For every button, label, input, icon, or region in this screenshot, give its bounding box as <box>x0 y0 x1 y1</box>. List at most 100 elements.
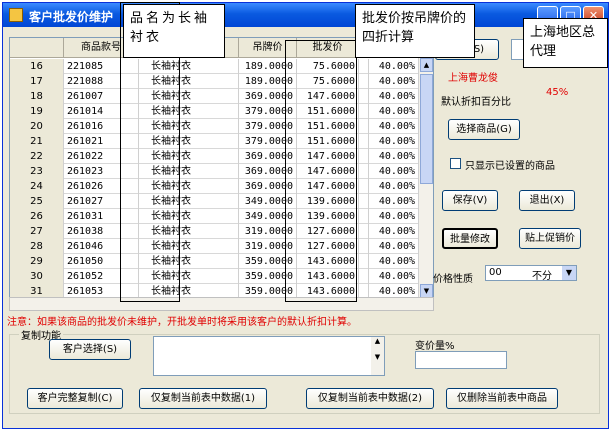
cell-name: 长袖衬衣 <box>139 149 239 164</box>
customer-list-textarea[interactable]: ▲ ▼ <box>153 336 385 376</box>
table-row[interactable]: 16 221085 长袖衬衣 189.0000 75.6000 40.00% <box>10 59 420 74</box>
table-row[interactable]: 29 261050 长袖衬衣 359.0000 143.6000 40.00% <box>10 254 420 269</box>
table-row[interactable]: 20 261016 长袖衬衣 379.0000 151.6000 40.00% <box>10 119 420 134</box>
grid-horizontal-scrollbar[interactable] <box>9 297 434 311</box>
cell-tag-price: 189.0000 <box>239 74 297 89</box>
cell-spacer <box>359 269 369 284</box>
table-row[interactable]: 28 261046 长袖衬衣 319.0000 127.6000 40.00% <box>10 239 420 254</box>
title-bar: 客户批发价维护 _ □ ✕ <box>3 3 608 27</box>
cell-discount: 40.00% <box>369 194 420 209</box>
chevron-down-icon[interactable]: ▼ <box>562 266 576 280</box>
table-row[interactable]: 24 261026 长袖衬衣 369.0000 147.6000 40.00% <box>10 179 420 194</box>
cell-name: 长袖衬衣 <box>139 269 239 284</box>
cell-tag-price: 189.0000 <box>239 59 297 74</box>
row-number: 19 <box>10 104 64 119</box>
cell-name: 长袖衬衣 <box>139 164 239 179</box>
cell-tag-price: 349.0000 <box>239 209 297 224</box>
copy-current-1-button[interactable]: 仅复制当前表中数据(1) <box>139 388 267 409</box>
wholesale-callout: 批发价按吊牌价的四折计算 <box>355 4 475 58</box>
change-label: 变价量% <box>415 341 455 352</box>
post-promo-price-button[interactable]: 贴上促销价 <box>519 228 581 249</box>
app-icon <box>9 8 23 22</box>
cell-spacer <box>359 74 369 89</box>
cell-name: 长袖衬衣 <box>139 194 239 209</box>
row-number: 16 <box>10 59 64 74</box>
row-number: 20 <box>10 119 64 134</box>
cell-wholesale: 143.6000 <box>297 269 359 284</box>
row-number: 29 <box>10 254 64 269</box>
cell-spacer <box>359 149 369 164</box>
cell-name: 长袖衬衣 <box>139 209 239 224</box>
table-row[interactable]: 25 261027 长袖衬衣 349.0000 139.6000 40.00% <box>10 194 420 209</box>
main-window: 客户批发价维护 _ □ ✕ 商品款号 吊牌价 批发价 折 16221085长袖衬… <box>2 2 609 429</box>
scroll-down-icon[interactable]: ▼ <box>420 284 433 298</box>
cell-tag-price: 319.0000 <box>239 239 297 254</box>
cell-code: 261052 <box>64 269 139 284</box>
cell-wholesale: 147.6000 <box>297 149 359 164</box>
cell-name: 长袖衬衣 <box>139 89 239 104</box>
table-row[interactable]: 21 261021 长袖衬衣 379.0000 151.6000 40.00% <box>10 134 420 149</box>
grid-vertical-scrollbar[interactable]: ▲ ▼ <box>418 58 433 298</box>
window-title: 客户批发价维护 <box>29 10 114 24</box>
cell-code: 261023 <box>64 164 139 179</box>
table-row[interactable]: 19 261014 长袖衬衣 379.0000 151.6000 40.00% <box>10 104 420 119</box>
cell-spacer <box>359 224 369 239</box>
cell-spacer <box>359 254 369 269</box>
cell-name: 长袖衬衣 <box>139 179 239 194</box>
cell-discount: 40.00% <box>369 89 420 104</box>
table-row[interactable]: 18 261007 长袖衬衣 369.0000 147.6000 40.00% <box>10 89 420 104</box>
cell-spacer <box>359 119 369 134</box>
price-nature-select[interactable]: 00 不分 ▼ <box>485 265 577 282</box>
cell-discount: 40.00% <box>369 239 420 254</box>
cell-wholesale: 127.6000 <box>297 224 359 239</box>
table-row[interactable]: 27 261038 长袖衬衣 319.0000 127.6000 40.00% <box>10 224 420 239</box>
price-grid[interactable]: 商品款号 吊牌价 批发价 折 16221085长袖衬衣189.000075.60… <box>9 37 434 299</box>
cell-spacer <box>359 134 369 149</box>
cell-tag-price: 369.0000 <box>239 89 297 104</box>
table-row[interactable]: 30 261052 长袖衬衣 359.0000 143.6000 40.00% <box>10 269 420 284</box>
table-row[interactable]: 26 261031 长袖衬衣 349.0000 139.6000 40.00% <box>10 209 420 224</box>
row-number: 22 <box>10 149 64 164</box>
cell-code: 221088 <box>64 74 139 89</box>
table-row[interactable]: 17 221088 长袖衬衣 189.0000 75.6000 40.00% <box>10 74 420 89</box>
region-callout: 上海地区总代理 <box>523 18 608 68</box>
select-goods-button[interactable]: 选择商品(G) <box>448 119 520 140</box>
cell-code: 261014 <box>64 104 139 119</box>
delete-current-button[interactable]: 仅删除当前表中商品 <box>446 388 558 409</box>
only-show-set-checkbox[interactable] <box>450 158 461 169</box>
col-header-tag[interactable]: 吊牌价 <box>239 38 297 58</box>
batch-modify-button[interactable]: 批量修改 <box>442 228 498 249</box>
exit-button[interactable]: 退出(X) <box>519 190 575 211</box>
cell-spacer <box>359 209 369 224</box>
cell-wholesale: 75.6000 <box>297 59 359 74</box>
table-row[interactable]: 22 261022 长袖衬衣 369.0000 147.6000 40.00% <box>10 149 420 164</box>
row-number: 23 <box>10 164 64 179</box>
cell-discount: 40.00% <box>369 164 420 179</box>
price-nature-value: 不分 <box>532 271 552 282</box>
cell-code: 261022 <box>64 149 139 164</box>
name-callout: 品名为长袖衬衣 <box>123 4 225 58</box>
scroll-up-icon[interactable]: ▲ <box>420 58 433 72</box>
cell-wholesale: 139.6000 <box>297 209 359 224</box>
cell-tag-price: 379.0000 <box>239 134 297 149</box>
col-header-wholesale[interactable]: 批发价 <box>297 38 359 58</box>
cell-name: 长袖衬衣 <box>139 254 239 269</box>
textarea-scrollbar[interactable]: ▲ ▼ <box>371 337 384 375</box>
copy-current-2-button[interactable]: 仅复制当前表中数据(2) <box>306 388 434 409</box>
full-copy-button[interactable]: 客户完整复制(C) <box>27 388 123 409</box>
save-button[interactable]: 保存(V) <box>442 190 498 211</box>
cell-spacer <box>359 104 369 119</box>
cell-code: 261027 <box>64 194 139 209</box>
cell-discount: 40.00% <box>369 59 420 74</box>
cell-code: 261016 <box>64 119 139 134</box>
scroll-thumb[interactable] <box>420 74 433 184</box>
cell-name: 长袖衬衣 <box>139 74 239 89</box>
change-input[interactable] <box>415 351 507 369</box>
cell-wholesale: 139.6000 <box>297 194 359 209</box>
cell-code: 261046 <box>64 239 139 254</box>
customer-select-button[interactable]: 客户选择(S) <box>49 339 131 360</box>
cell-name: 长袖衬衣 <box>139 239 239 254</box>
table-row[interactable]: 23 261023 长袖衬衣 369.0000 147.6000 40.00% <box>10 164 420 179</box>
cell-tag-price: 359.0000 <box>239 269 297 284</box>
row-number: 30 <box>10 269 64 284</box>
